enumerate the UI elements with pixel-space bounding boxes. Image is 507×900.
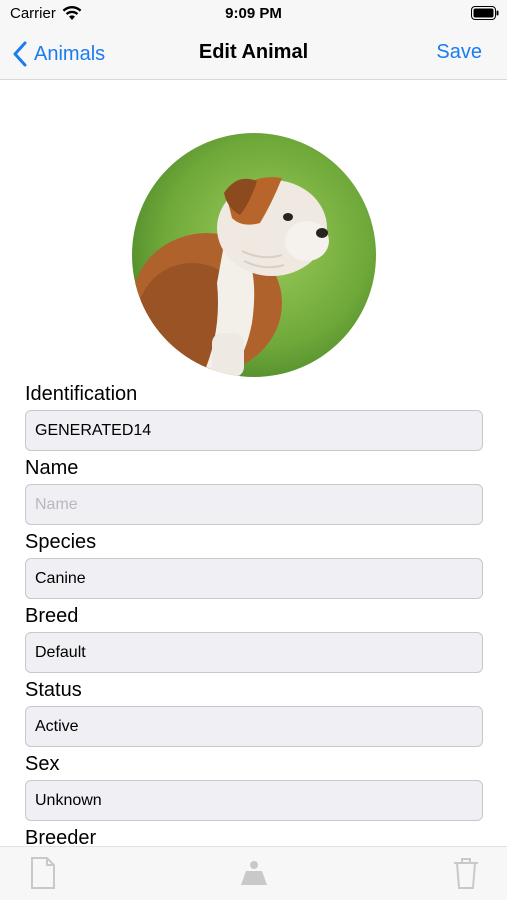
status-time: 9:09 PM [225, 5, 282, 22]
form-scroll-view[interactable]: Identification Name Species Breed Status… [0, 80, 507, 846]
identification-label: Identification [25, 383, 138, 405]
edit-animal-screen: Carrier 9:09 PM Animals Edit Animal Save [0, 0, 507, 900]
breeder-label: Breeder [25, 827, 97, 846]
sex-label: Sex [25, 753, 60, 775]
document-icon[interactable] [26, 855, 60, 891]
navigation-bar: Animals Edit Animal Save [0, 30, 507, 80]
name-label: Name [25, 457, 79, 479]
breed-field[interactable] [25, 632, 483, 673]
status-field[interactable] [25, 706, 483, 747]
bulldog-photo-icon [132, 133, 376, 377]
battery-icon [471, 6, 499, 20]
name-field[interactable] [25, 484, 483, 525]
status-bar: Carrier 9:09 PM [0, 0, 507, 30]
animal-form: Identification Name Species Breed Status… [25, 380, 483, 846]
save-button[interactable]: Save [436, 41, 482, 64]
bottom-toolbar [0, 846, 507, 900]
identification-field[interactable] [25, 410, 483, 451]
animal-photo[interactable] [132, 133, 376, 377]
breed-label: Breed [25, 605, 79, 627]
species-label: Species [25, 531, 97, 553]
page-title: Edit Animal [198, 41, 309, 63]
trash-icon[interactable] [449, 855, 483, 891]
species-field[interactable] [25, 558, 483, 599]
status-label: Status [25, 679, 82, 701]
weight-scale-icon[interactable] [237, 855, 271, 891]
sex-field[interactable] [25, 780, 483, 821]
